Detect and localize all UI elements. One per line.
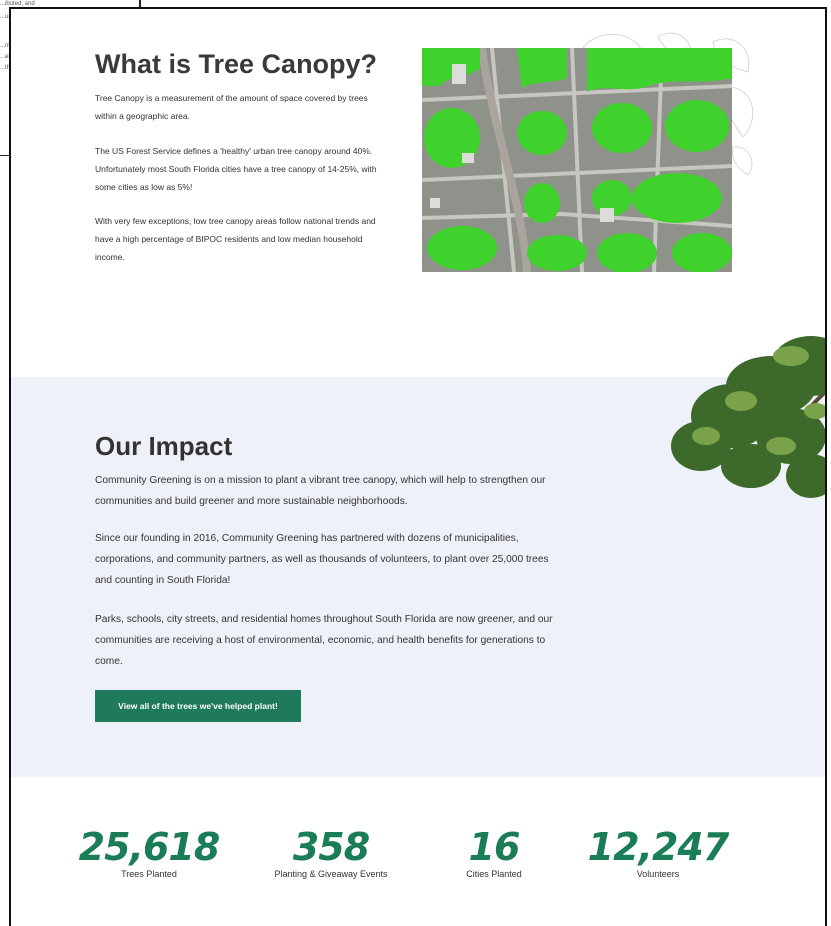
stat-label: Cities Planted: [466, 869, 522, 879]
stat-volunteers: 12,247 Volunteers: [578, 827, 738, 879]
stat-label: Trees Planted: [121, 869, 177, 879]
stat-value: 16: [468, 825, 521, 869]
stat-value: 12,247: [587, 825, 730, 869]
stat-trees-planted: 25,618 Trees Planted: [69, 827, 229, 879]
canopy-paragraph: The US Forest Service defines a 'healthy…: [95, 146, 377, 192]
stat-label: Planting & Giveaway Events: [274, 869, 388, 879]
stat-value: 25,618: [78, 825, 221, 869]
view-trees-button[interactable]: View all of the trees we've helped plant…: [95, 690, 301, 722]
tree-canopy-section: What is Tree Canopy? Tree Canopy is a me…: [11, 9, 825, 379]
impact-paragraph: Parks, schools, city streets, and reside…: [95, 614, 553, 667]
impact-paragraph: Community Greening is on a mission to pl…: [95, 475, 546, 507]
canopy-paragraph: With very few exceptions, low tree canop…: [95, 216, 376, 262]
stat-cities: 16 Cities Planted: [414, 827, 574, 879]
impact-paragraph: Since our founding in 2016, Community Gr…: [95, 533, 549, 586]
tree-branch-photo: [671, 336, 825, 498]
section-title: What is Tree Canopy?: [95, 49, 378, 79]
browser-window: What is Tree Canopy? Tree Canopy is a me…: [9, 7, 827, 926]
canopy-paragraph: Tree Canopy is a measurement of the amou…: [95, 93, 368, 121]
stat-value: 358: [292, 825, 370, 869]
stat-label: Volunteers: [636, 869, 680, 879]
section-title: Our Impact: [95, 431, 233, 461]
stat-events: 358 Planting & Giveaway Events: [251, 827, 411, 879]
tree-canopy-aerial-map: [422, 48, 732, 272]
